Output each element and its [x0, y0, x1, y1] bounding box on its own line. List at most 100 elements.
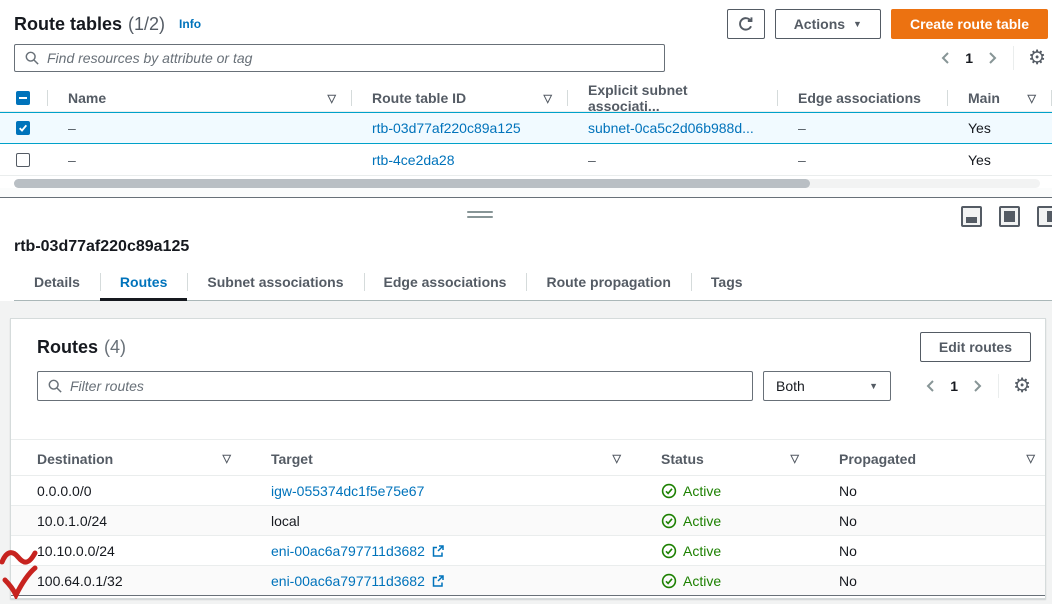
routes-column-header-target[interactable]: Target▽ — [261, 440, 651, 477]
tab-edge-associations[interactable]: Edge associations — [364, 264, 527, 300]
routes-table: Destination▽Target▽Status▽Propagated▽ 0.… — [11, 439, 1045, 596]
target-cell: eni-00ac6a797711d3682 — [261, 573, 651, 589]
bottom-panel-icon[interactable] — [961, 206, 982, 227]
refresh-button[interactable] — [727, 9, 765, 39]
routes-next-page-icon[interactable] — [972, 379, 984, 393]
sort-icon[interactable]: ▽ — [1027, 452, 1035, 465]
prev-page-icon[interactable] — [939, 51, 951, 65]
horizontal-scrollbar[interactable] — [14, 179, 1040, 188]
target-link[interactable]: eni-00ac6a797711d3682 — [271, 543, 425, 559]
edge-associations-cell: – — [778, 152, 948, 168]
route-table-id-link[interactable]: rtb-03d77af220c89a125 — [372, 120, 521, 136]
next-page-icon[interactable] — [987, 51, 999, 65]
routes-column-header-status[interactable]: Status▽ — [651, 440, 829, 477]
routes-card-header: Routes (4) Edit routes — [37, 331, 1031, 363]
routes-column-header-propagated[interactable]: Propagated▽ — [829, 440, 1045, 477]
sort-icon[interactable]: ▽ — [791, 452, 799, 465]
select-caret-icon: ▼ — [869, 381, 878, 391]
resource-search[interactable] — [14, 44, 665, 72]
status-cell: Active — [651, 513, 829, 529]
subnet-link[interactable]: subnet-0ca5c2d06b988d... — [588, 120, 754, 136]
tab-routes[interactable]: Routes — [100, 264, 187, 300]
sort-icon[interactable]: ▽ — [223, 452, 231, 465]
edit-routes-button[interactable]: Edit routes — [920, 332, 1031, 362]
routes-title: Routes — [37, 337, 98, 358]
table-row[interactable]: – rtb-03d77af220c89a125 subnet-0ca5c2d06b9… — [0, 112, 1052, 144]
sort-icon[interactable]: ▽ — [1028, 92, 1036, 105]
split-panel-bar — [0, 197, 1052, 233]
routes-page-number[interactable]: 1 — [950, 378, 958, 394]
tab-label: Tags — [711, 274, 743, 290]
select-value: Both — [776, 378, 805, 394]
sort-icon[interactable]: ▽ — [328, 92, 336, 105]
routes-card: Routes (4) Edit routes Both ▼ — [10, 318, 1046, 599]
actions-button[interactable]: Actions ▼ — [775, 9, 881, 39]
status-badge: Active — [661, 483, 721, 499]
routes-column-header-destination[interactable]: Destination ▽ — [27, 440, 261, 477]
propagation-filter-select[interactable]: Both ▼ — [763, 371, 891, 401]
search-input[interactable] — [47, 50, 664, 66]
column-header-label: Name — [68, 90, 106, 106]
route-row[interactable]: 100.64.0.1/32eni-00ac6a797711d3682Active… — [11, 566, 1045, 596]
row-checkbox[interactable] — [16, 153, 30, 167]
tab-label: Details — [34, 274, 80, 290]
table-pagination: 1 ⚙ — [939, 46, 1046, 70]
info-link[interactable]: Info — [179, 17, 201, 31]
target-link[interactable]: igw-055374dc1f5e75e67 — [271, 483, 424, 499]
column-header-edge-associations[interactable]: Edge associations — [778, 84, 948, 112]
create-route-table-label: Create route table — [910, 16, 1029, 32]
tab-subnet-associations[interactable]: Subnet associations — [187, 264, 363, 300]
detail-panel-title: rtb-03d77af220c89a125 — [14, 238, 189, 256]
selection-count: (1/2) — [128, 14, 165, 35]
route-row[interactable]: 0.0.0.0/0igw-055374dc1f5e75e67ActiveNo — [11, 476, 1045, 506]
routes-filter[interactable] — [37, 371, 753, 401]
route-row[interactable]: 10.10.0.0/24eni-00ac6a797711d3682ActiveN… — [11, 536, 1045, 566]
routes-filter-input[interactable] — [70, 378, 752, 394]
tab-label: Edge associations — [384, 274, 507, 290]
detail-tabs: Details RoutesSubnet associations Edge ass… — [14, 264, 1052, 301]
toolbar-divider — [1013, 46, 1014, 70]
column-header-name[interactable]: Name ▽ — [48, 84, 352, 112]
header-checkbox-cell — [0, 84, 48, 112]
tab-details[interactable]: Details — [14, 264, 100, 300]
routes-table-body: 0.0.0.0/0igw-055374dc1f5e75e67ActiveNo10… — [11, 476, 1045, 596]
row-checkbox-cell — [0, 153, 48, 167]
name-cell: – — [48, 152, 352, 168]
column-header-explicit-subnet-associati-[interactable]: Explicit subnet associati... — [568, 84, 778, 112]
target-cell: eni-00ac6a797711d3682 — [261, 543, 651, 559]
settings-gear-icon[interactable]: ⚙ — [1028, 48, 1046, 68]
routes-count: (4) — [104, 337, 126, 358]
sort-icon[interactable]: ▽ — [613, 452, 621, 465]
column-header-main[interactable]: Main▽ — [948, 84, 1052, 112]
route-table-id-link[interactable]: rtb-4ce2da28 — [372, 152, 455, 168]
header-actions: Actions ▼ Create route table — [727, 9, 1048, 39]
status-cell: Active — [651, 483, 829, 499]
propagated-cell: No — [829, 543, 1045, 559]
table-row[interactable]: –rtb-4ce2da28––Yes — [0, 144, 1052, 176]
select-all-checkbox[interactable] — [16, 91, 30, 105]
side-panel-icon[interactable] — [1037, 206, 1052, 227]
create-route-table-button[interactable]: Create route table — [891, 9, 1048, 39]
column-header-route-table-id[interactable]: Route table ID▽ — [352, 84, 568, 112]
routes-settings-gear-icon[interactable]: ⚙ — [1013, 376, 1031, 396]
tab-route-propagation[interactable]: Route propagation — [526, 264, 690, 300]
full-panel-icon[interactable] — [999, 206, 1020, 227]
routes-prev-page-icon[interactable] — [924, 379, 936, 393]
split-drag-handle[interactable] — [467, 211, 493, 221]
route-row[interactable]: 10.0.1.0/24localActiveNo — [11, 506, 1045, 536]
edge-associations-cell: – — [778, 120, 948, 136]
page-header: Route tables (1/2) Info Actions ▼ Create… — [14, 8, 1048, 40]
routes-table-header: Destination▽Target▽Status▽Propagated▽ — [11, 439, 1045, 476]
edit-routes-label: Edit routes — [939, 339, 1012, 355]
detail-panel-body: Routes (4) Edit routes Both ▼ — [0, 301, 1052, 604]
subnet-associations-cell: subnet-0ca5c2d06b988d... — [568, 120, 778, 136]
row-checkbox[interactable] — [16, 121, 30, 135]
status-badge: Active — [661, 513, 721, 529]
tab-tags[interactable]: Tags — [691, 264, 763, 300]
target-link[interactable]: eni-00ac6a797711d3682 — [271, 573, 425, 589]
sort-icon[interactable]: ▽ — [544, 92, 552, 105]
status-badge: Active — [661, 573, 721, 589]
page-number[interactable]: 1 — [965, 50, 973, 66]
routes-column-header-label: Destination — [37, 451, 113, 467]
scrollbar-thumb[interactable] — [14, 179, 810, 188]
